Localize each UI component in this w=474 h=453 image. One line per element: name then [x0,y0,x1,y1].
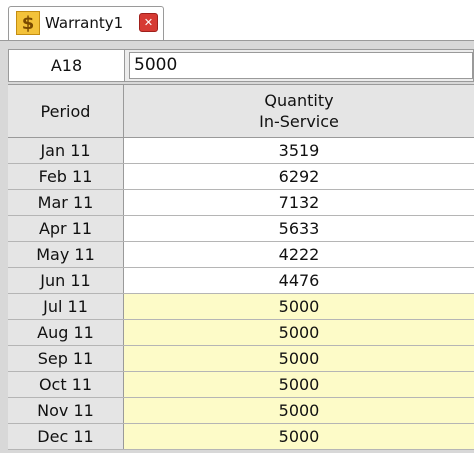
row-period-header[interactable]: Dec 11 [8,424,124,449]
grid-body: Jan 11 3519 Feb 11 6292 Mar 11 7132 Apr 11 5633… [8,138,474,450]
close-glyph: ✕ [143,16,154,29]
quantity-header-line2: In-Service [259,112,339,131]
dollar-sign-icon: $ [16,11,40,35]
row-period-header[interactable]: Nov 11 [8,398,124,423]
row-period-header[interactable]: Oct 11 [8,372,124,397]
quantity-cell[interactable]: 5000 [124,372,474,397]
row-period-header[interactable]: Jun 11 [8,268,124,293]
row-period-header[interactable]: Feb 11 [8,164,124,189]
table-row: Jan 11 3519 [8,138,474,164]
table-row: Mar 11 7132 [8,190,474,216]
quantity-column-header[interactable]: Quantity In-Service [124,85,474,137]
dollar-sign-glyph: $ [21,12,35,34]
table-row: May 11 4222 [8,242,474,268]
table-row: Nov 11 5000 [8,398,474,424]
row-period-header[interactable]: Jan 11 [8,138,124,163]
tab-label: Warranty1 [45,14,124,32]
quantity-cell[interactable]: 4222 [124,242,474,267]
tab-warranty1[interactable]: $ Warranty1 ✕ [8,6,164,40]
table-row: Aug 11 5000 [8,320,474,346]
data-grid: Period Quantity In-Service Jan 11 3519 Feb… [8,84,474,450]
row-period-header[interactable]: Sep 11 [8,346,124,371]
quantity-cell[interactable]: 5000 [124,294,474,319]
period-column-header[interactable]: Period [8,85,124,137]
quantity-cell[interactable]: 5000 [124,424,474,449]
cell-bar: A18 5000 [8,49,474,82]
table-row: Jul 11 5000 [8,294,474,320]
close-icon[interactable]: ✕ [139,13,158,32]
quantity-cell[interactable]: 5000 [124,398,474,423]
quantity-cell[interactable]: 6292 [124,164,474,189]
grid-header-row: Period Quantity In-Service [8,85,474,138]
table-row: Jun 11 4476 [8,268,474,294]
quantity-header-line1: Quantity [264,91,334,110]
table-row: Oct 11 5000 [8,372,474,398]
quantity-cell[interactable]: 3519 [124,138,474,163]
table-row: Dec 11 5000 [8,424,474,450]
quantity-cell[interactable]: 4476 [124,268,474,293]
table-row: Feb 11 6292 [8,164,474,190]
quantity-cell[interactable]: 5000 [124,346,474,371]
table-row: Apr 11 5633 [8,216,474,242]
row-period-header[interactable]: Mar 11 [8,190,124,215]
cell-value-input[interactable]: 5000 [129,52,473,79]
cell-reference[interactable]: A18 [9,50,125,81]
row-period-header[interactable]: May 11 [8,242,124,267]
tab-bar: $ Warranty1 ✕ [0,0,474,42]
row-period-header[interactable]: Apr 11 [8,216,124,241]
row-period-header[interactable]: Jul 11 [8,294,124,319]
row-period-header[interactable]: Aug 11 [8,320,124,345]
quantity-cell[interactable]: 5000 [124,320,474,345]
quantity-cell[interactable]: 7132 [124,190,474,215]
quantity-cell[interactable]: 5633 [124,216,474,241]
table-row: Sep 11 5000 [8,346,474,372]
